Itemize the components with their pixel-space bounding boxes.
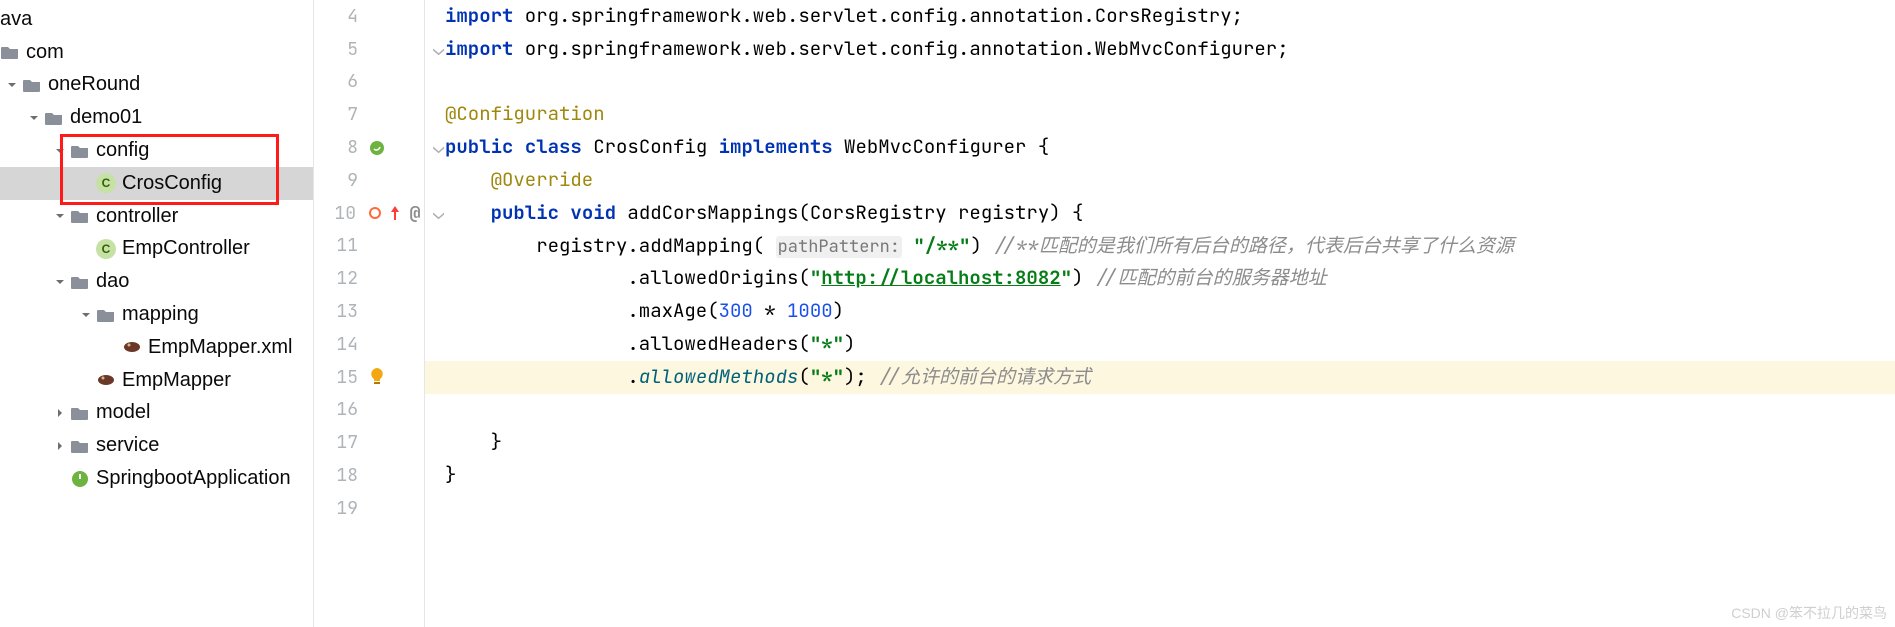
line-number: 19	[314, 497, 364, 520]
code-line[interactable]: .allowedOrigins("http://localhost:8082")…	[425, 262, 1895, 295]
tree-row-model[interactable]: model	[0, 397, 313, 430]
project-tree[interactable]: ava com oneRound demo01 config	[0, 0, 313, 627]
tree-label: model	[96, 401, 150, 424]
tree-row-crosconfig[interactable]: CrosConfig	[0, 167, 313, 200]
code-line[interactable]: ⌄ public void addCorsMappings(CorsRegist…	[425, 197, 1895, 230]
chevron-down-icon[interactable]	[4, 77, 20, 93]
line-number: 15	[314, 366, 364, 389]
tree-label: EmpMapper.xml	[148, 336, 293, 359]
code-line[interactable]: @Override	[425, 164, 1895, 197]
chevron-down-icon[interactable]	[52, 208, 68, 224]
folder-icon	[70, 436, 90, 456]
fold-icon[interactable]	[433, 459, 445, 492]
code-line-current[interactable]: .allowedMethods("*"); //允许的前台的请求方式	[425, 361, 1895, 394]
mybatis-icon	[96, 370, 116, 390]
code-editor[interactable]: import org.springframework.web.servlet.c…	[425, 0, 1895, 627]
code-line[interactable]: @Configuration	[425, 98, 1895, 131]
chevron-right-icon[interactable]	[52, 438, 68, 454]
line-number: 12	[314, 267, 364, 290]
folder-icon	[22, 75, 42, 95]
tree-row-service[interactable]: service	[0, 429, 313, 462]
line-number: 13	[314, 300, 364, 323]
spring-boot-icon	[70, 469, 90, 489]
tree-label: EmpController	[122, 237, 250, 260]
tree-label: ava	[0, 8, 32, 31]
watermark: CSDN @笨不拉几的菜鸟	[1731, 603, 1887, 623]
code-line[interactable]: .maxAge(300 * 1000)	[425, 295, 1895, 328]
folder-icon	[70, 206, 90, 226]
ide-root: ava com oneRound demo01 config	[0, 0, 1895, 627]
tree-label: oneRound	[48, 73, 140, 96]
tree-row-demo01[interactable]: demo01	[0, 101, 313, 134]
folder-icon	[96, 305, 116, 325]
line-number: 5	[314, 38, 364, 61]
fold-icon[interactable]	[433, 0, 445, 33]
line-number: 17	[314, 431, 364, 454]
tree-row-oneround[interactable]: oneRound	[0, 69, 313, 102]
tree-label: dao	[96, 270, 129, 293]
chevron-down-icon[interactable]	[52, 274, 68, 290]
class-icon	[96, 239, 116, 259]
inlay-hint: pathPattern:	[776, 236, 902, 258]
tree-row-empmapper[interactable]: EmpMapper	[0, 364, 313, 397]
line-number: 11	[314, 234, 364, 257]
line-number: 10	[314, 202, 362, 225]
tree-row-empcontroller[interactable]: EmpController	[0, 233, 313, 266]
tree-label: EmpMapper	[122, 369, 231, 392]
tree-row-com[interactable]: com	[0, 36, 313, 69]
code-line[interactable]	[425, 492, 1895, 525]
code-line[interactable]: .allowedHeaders("*")	[425, 328, 1895, 361]
line-number: 4	[314, 5, 364, 28]
tree-label: demo01	[70, 106, 142, 129]
fold-icon[interactable]	[433, 426, 445, 459]
folder-icon	[0, 42, 20, 62]
code-line[interactable]: }	[425, 426, 1895, 459]
tree-label: mapping	[122, 303, 199, 326]
folder-icon	[70, 403, 90, 423]
tree-label: SpringbootApplication	[96, 467, 291, 490]
tree-row-dao[interactable]: dao	[0, 265, 313, 298]
tree-row-mapping[interactable]: mapping	[0, 298, 313, 331]
fold-icon[interactable]: ⌄	[433, 131, 445, 164]
code-line[interactable]	[425, 66, 1895, 99]
url-link[interactable]: http://localhost:8082	[821, 265, 1060, 290]
tree-row-java[interactable]: ava	[0, 3, 313, 36]
code-line[interactable]: }	[425, 459, 1895, 492]
spring-bean-icon[interactable]	[368, 139, 386, 157]
class-icon	[96, 173, 116, 193]
line-number: 14	[314, 333, 364, 356]
line-number: 7	[314, 103, 364, 126]
tree-label: controller	[96, 205, 178, 228]
arrow-up-icon[interactable]	[386, 204, 404, 222]
code-line[interactable]: ⌄public class CrosConfig implements WebM…	[425, 131, 1895, 164]
editor-gutter[interactable]: 4 5 6 7 8 9 10@ 11 12 13 14 15 16 17 18 …	[313, 0, 425, 627]
line-number: 9	[314, 169, 364, 192]
line-number: 6	[314, 70, 364, 93]
override-icon[interactable]	[366, 204, 384, 222]
tree-row-empmapper-xml[interactable]: EmpMapper.xml	[0, 331, 313, 364]
tree-label: CrosConfig	[122, 172, 222, 195]
tree-label: com	[26, 41, 64, 64]
line-number: 8	[314, 136, 364, 159]
tree-row-springbootapp[interactable]: SpringbootApplication	[0, 462, 313, 495]
at-icon: @	[406, 204, 424, 222]
tree-label: service	[96, 434, 159, 457]
fold-icon[interactable]: ⌄	[433, 33, 445, 66]
code-line[interactable]: ⌄import org.springframework.web.servlet.…	[425, 33, 1895, 66]
bulb-icon[interactable]	[368, 368, 386, 386]
code-line[interactable]: import org.springframework.web.servlet.c…	[425, 0, 1895, 33]
line-number: 18	[314, 464, 364, 487]
chevron-down-icon[interactable]	[26, 110, 42, 126]
code-line[interactable]: registry.addMapping( pathPattern: "/**")…	[425, 230, 1895, 263]
code-line[interactable]	[425, 394, 1895, 427]
mybatis-xml-icon	[122, 337, 142, 357]
folder-icon	[70, 272, 90, 292]
chevron-right-icon[interactable]	[52, 405, 68, 421]
folder-icon	[44, 108, 64, 128]
chevron-down-icon[interactable]	[78, 307, 94, 323]
fold-icon[interactable]: ⌄	[433, 197, 445, 230]
line-number: 16	[314, 398, 364, 421]
